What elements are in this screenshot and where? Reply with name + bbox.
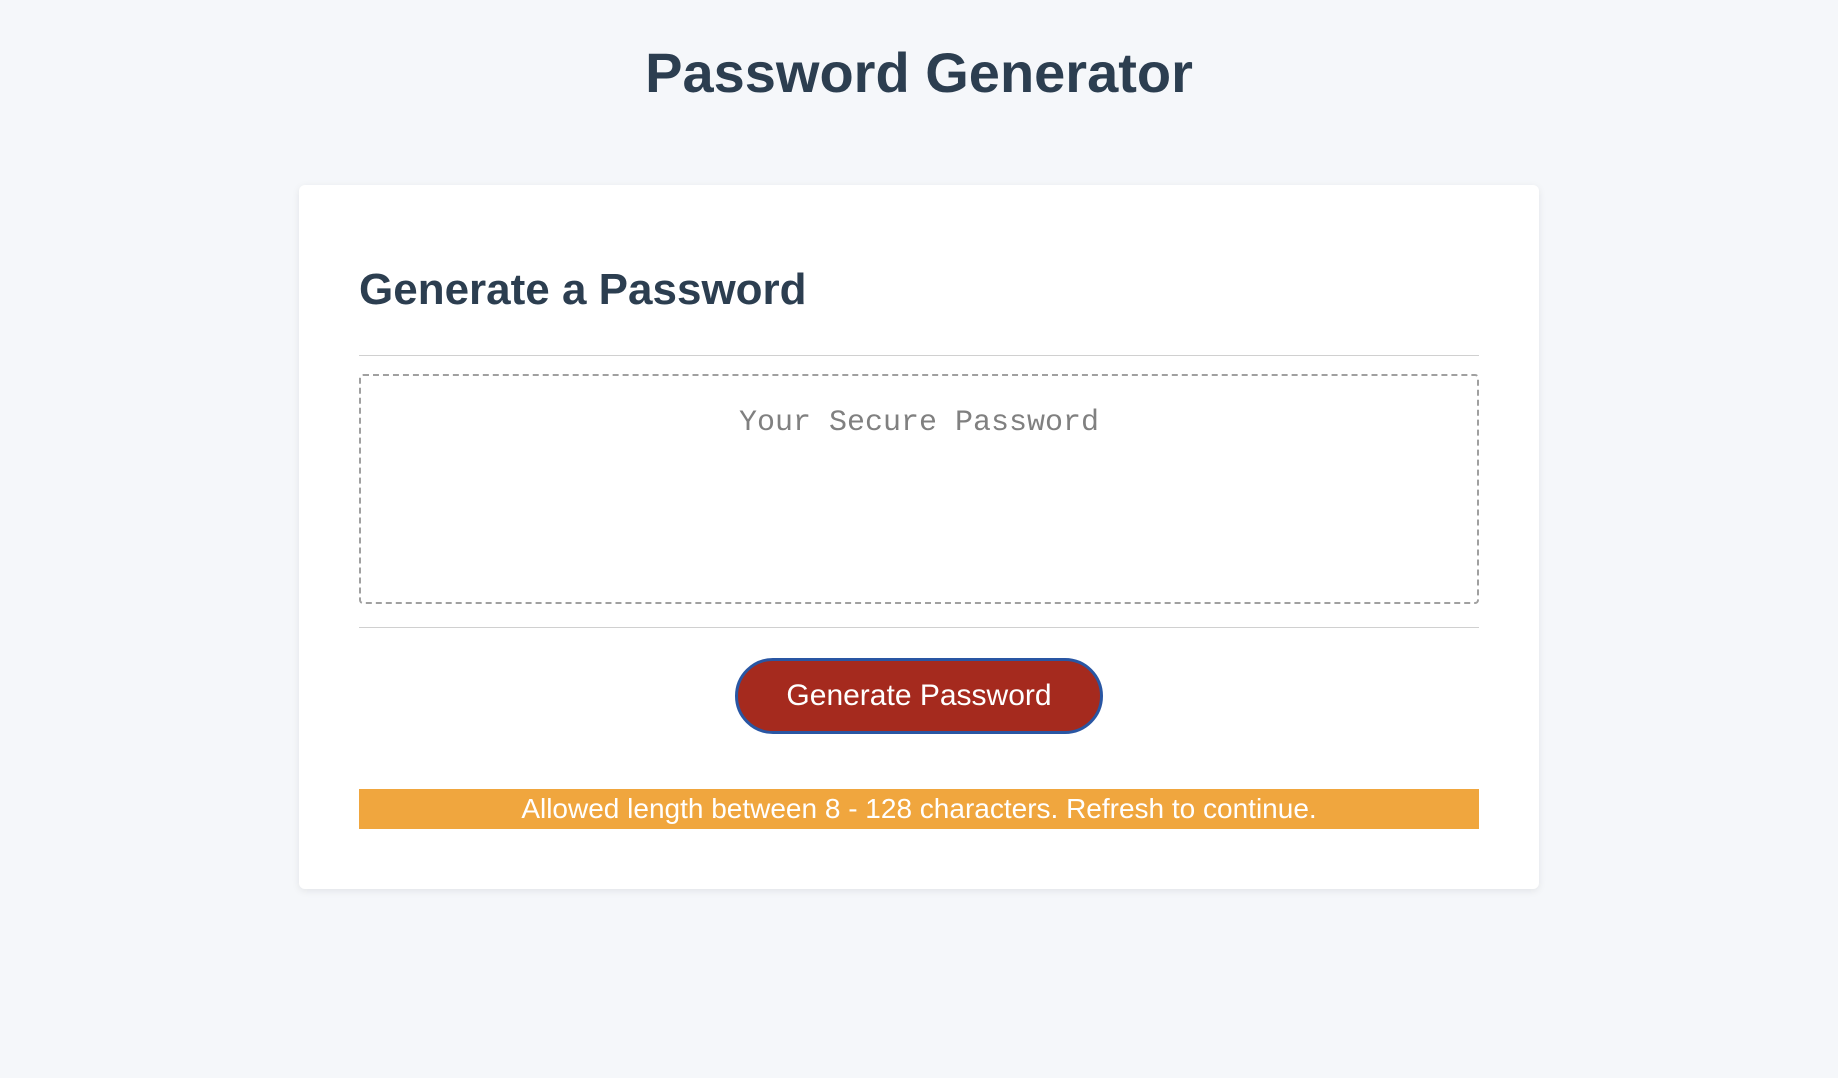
alert-message: Allowed length between 8 - 128 character…	[359, 789, 1479, 829]
button-row: Generate Password	[359, 658, 1479, 734]
page-title: Password Generator	[0, 40, 1838, 105]
password-output[interactable]	[359, 374, 1479, 604]
generate-password-button[interactable]: Generate Password	[735, 658, 1102, 734]
password-output-section	[359, 355, 1479, 628]
generator-card: Generate a Password Generate Password Al…	[299, 185, 1539, 889]
card-title: Generate a Password	[359, 265, 1479, 315]
